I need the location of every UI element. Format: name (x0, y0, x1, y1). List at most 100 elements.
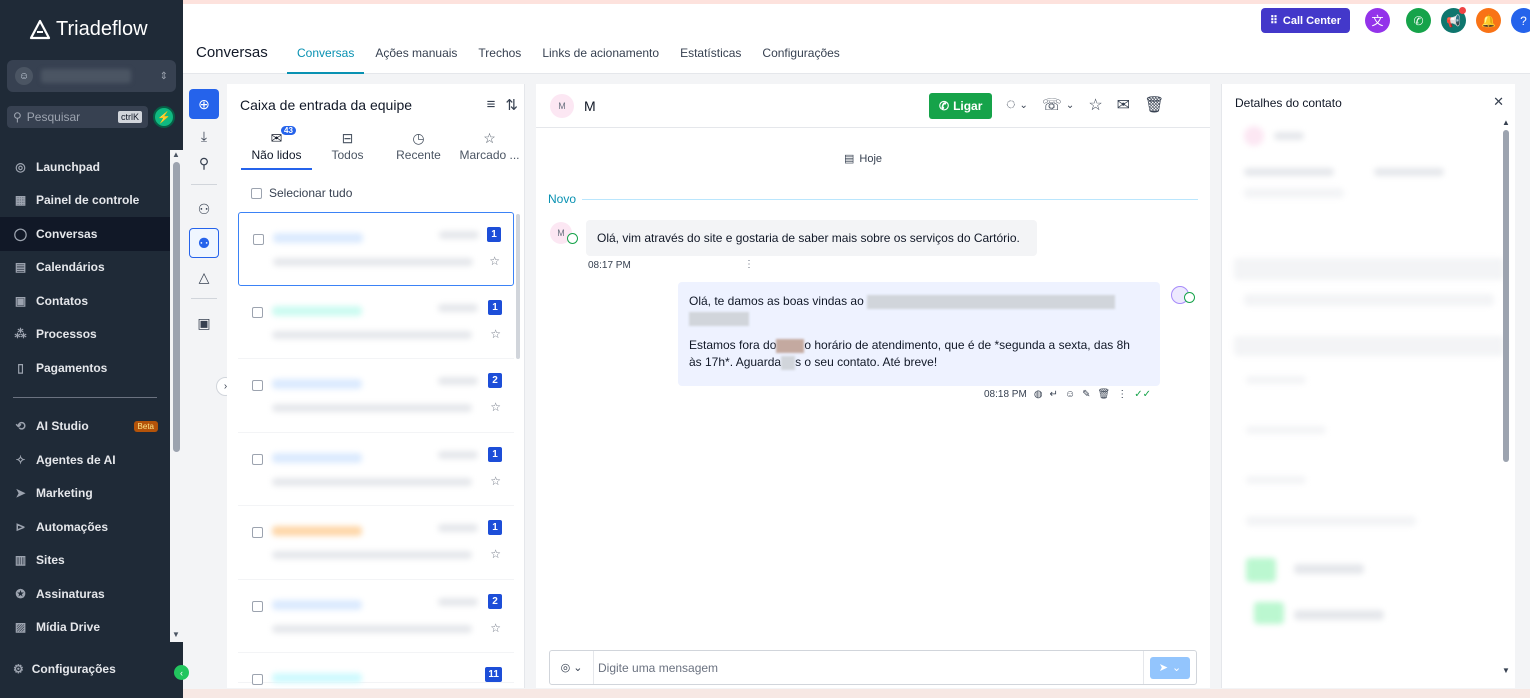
select-all-checkbox[interactable] (251, 187, 262, 199)
envelope-icon: ✉ (270, 130, 283, 146)
send-button[interactable]: ➤ ⌄ (1150, 656, 1190, 679)
inbox-scrollbar[interactable] (516, 214, 520, 359)
search-icon[interactable]: ⚲ (189, 148, 219, 178)
star-icon[interactable]: ☆ (490, 621, 501, 635)
user-icon[interactable]: ⚇ (189, 194, 219, 224)
download-icon[interactable]: ⤓ (189, 121, 219, 151)
scroll-up-icon[interactable]: ▲ (1502, 118, 1510, 127)
row-checkbox[interactable] (252, 380, 263, 391)
details-scrollbar[interactable]: ▲ ▼ (1501, 118, 1513, 684)
phone-icon[interactable]: ✆ (1406, 8, 1431, 33)
team-icon[interactable]: ⚉ (189, 228, 219, 258)
chevron-down-icon[interactable]: ⌄ (1020, 100, 1028, 111)
network-icon[interactable]: △ (189, 262, 219, 292)
bell-icon[interactable]: 🔔 (1476, 8, 1501, 33)
channel-selector[interactable]: ◎ ⌄ (550, 651, 594, 684)
phone-call-icon[interactable]: ☏ (1042, 95, 1062, 115)
search-shortcut: ctrlK (118, 111, 142, 123)
tab-configuracoes[interactable]: Configurações (752, 46, 849, 74)
sidebar-item-configuracoes[interactable]: ⚙ Configurações (13, 662, 116, 676)
star-icon[interactable]: ☆ (490, 547, 501, 561)
conversation-list: 1 ☆ 1 ☆ 2 ☆ 1 ☆ 1 ☆ 2 ☆ 11 (238, 212, 514, 685)
tab-nao-lidos[interactable]: ✉ 43 Não lidos (241, 126, 312, 170)
call-center-button[interactable]: ⠿ Call Center (1260, 8, 1350, 33)
sidebar-item-calendarios[interactable]: ▤ Calendários (0, 251, 170, 285)
list-item[interactable]: 2 ☆ (238, 359, 514, 433)
automation-icon: ⊳ (15, 519, 26, 534)
sidebar-search-input[interactable]: ⚲ Pesquisar ctrlK (7, 106, 148, 128)
message-input[interactable]: Digite uma mensagem (598, 651, 1144, 684)
avatar[interactable]: M (550, 94, 574, 118)
chat-bubble-icon[interactable]: ◌ (1006, 96, 1016, 114)
row-checkbox[interactable] (252, 600, 263, 612)
sidebar-item-contatos[interactable]: ▣ Contatos (0, 284, 170, 318)
star-icon[interactable]: ☆ (489, 254, 500, 268)
call-button[interactable]: ✆ Ligar (929, 93, 993, 119)
tab-trechos[interactable]: Trechos (468, 46, 531, 74)
row-checkbox[interactable] (252, 453, 263, 465)
reply-icon[interactable]: ↵ (1050, 389, 1058, 400)
scroll-down-icon[interactable]: ▼ (1502, 666, 1510, 675)
sidebar-item-automacoes[interactable]: ⊳ Automações (0, 510, 170, 544)
tab-conversas[interactable]: Conversas (287, 46, 365, 74)
scroll-up-icon[interactable]: ▲ (172, 150, 180, 159)
brand-logo[interactable]: Triadeflow (28, 18, 148, 41)
sidebar-item-painel[interactable]: ▦ Painel de controle (0, 184, 170, 218)
list-item[interactable]: 1 ☆ (238, 286, 514, 359)
close-icon[interactable]: ✕ (1493, 94, 1504, 110)
filter-icon[interactable]: ≡ (487, 96, 496, 114)
quick-action-bolt-icon[interactable]: ⚡ (153, 106, 175, 128)
emoji-icon[interactable]: ☺ (1065, 389, 1075, 400)
sidebar-scrollbar[interactable]: ▲ ▼ (170, 150, 183, 642)
star-icon[interactable]: ☆ (490, 327, 501, 341)
top-glow (183, 0, 1530, 4)
tab-recente[interactable]: ◷ Recente (383, 128, 454, 170)
chevron-down-icon[interactable]: ⌄ (1066, 100, 1074, 111)
list-item[interactable]: 11 (238, 653, 514, 685)
sidebar-item-midia-drive[interactable]: ▨ Mídia Drive (0, 611, 170, 645)
tab-todos[interactable]: ⊟ Todos (312, 128, 383, 170)
edit-icon[interactable]: ✎ (1082, 389, 1090, 400)
sidebar-item-agentes-ai[interactable]: ✧ Agentes de AI (0, 443, 170, 477)
row-checkbox[interactable] (253, 234, 264, 245)
sidebar-item-pagamentos[interactable]: ▯ Pagamentos (0, 351, 170, 385)
list-item[interactable]: 1 ☆ (238, 212, 514, 286)
trash-icon[interactable]: 🗑 (1144, 95, 1164, 115)
help-icon[interactable]: ? (1511, 8, 1530, 33)
tab-estatisticas[interactable]: Estatísticas (670, 46, 751, 74)
star-icon[interactable]: ☆ (1088, 95, 1102, 115)
megaphone-icon[interactable]: 📢 (1441, 7, 1466, 33)
sidebar-item-launchpad[interactable]: ◎ Launchpad (0, 150, 170, 184)
more-options-icon[interactable]: ⋮ (1117, 389, 1127, 400)
account-switcher[interactable]: ☺ ⇕ (7, 60, 176, 92)
row-checkbox[interactable] (252, 527, 263, 538)
list-item[interactable]: 1 ☆ (238, 433, 514, 506)
sidebar-item-ai-studio[interactable]: ⟲ AI Studio Beta (0, 410, 170, 444)
sidebar-item-processos[interactable]: ⁂ Processos (0, 318, 170, 352)
row-checkbox[interactable] (252, 674, 263, 685)
tab-marcado[interactable]: ☆ Marcado ... (454, 128, 525, 170)
new-conversation-icon[interactable]: ⊕ (189, 89, 219, 119)
sidebar-item-marketing[interactable]: ➤ Marketing (0, 477, 170, 511)
mail-open-icon[interactable]: ✉ (1117, 95, 1130, 115)
scroll-down-icon[interactable]: ▼ (172, 630, 180, 639)
star-icon[interactable]: ☆ (490, 474, 501, 488)
sidebar-item-sites[interactable]: ▥ Sites (0, 544, 170, 578)
sidebar-item-conversas[interactable]: ◯ Conversas (0, 217, 170, 251)
sidebar-item-label: AI Studio (36, 419, 89, 434)
scroll-thumb[interactable] (1503, 130, 1509, 462)
scroll-thumb[interactable] (173, 162, 180, 452)
list-item[interactable]: 2 ☆ (238, 580, 514, 653)
translate-icon[interactable]: 文 (1365, 8, 1390, 33)
archive-icon[interactable]: ▣ (189, 308, 219, 338)
list-item[interactable]: 1 ☆ (238, 506, 514, 580)
row-checkbox[interactable] (252, 306, 263, 318)
sidebar-item-assinaturas[interactable]: ✪ Assinaturas (0, 577, 170, 611)
trash-icon[interactable]: 🗑 (1098, 389, 1111, 400)
star-icon[interactable]: ☆ (490, 400, 501, 414)
select-all[interactable]: Selecionar tudo (251, 186, 352, 200)
tab-acoes-manuais[interactable]: Ações manuais (365, 46, 467, 74)
sort-icon[interactable]: ⇅ (505, 96, 518, 114)
tab-links-acionamento[interactable]: Links de acionamento (532, 46, 669, 74)
more-options-icon[interactable]: ⋮ (744, 259, 754, 270)
